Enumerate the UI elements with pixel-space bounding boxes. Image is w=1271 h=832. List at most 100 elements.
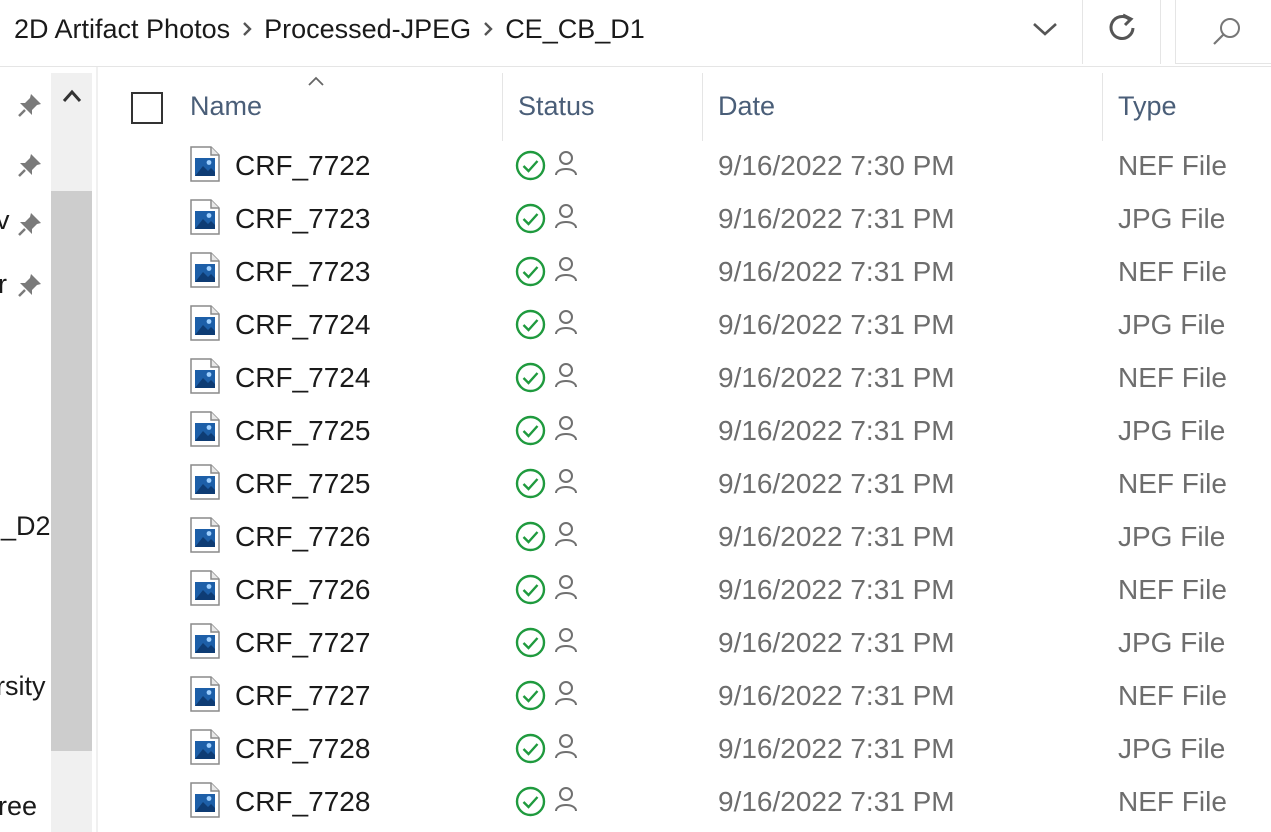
shared-user-icon [555, 204, 577, 229]
available-status-icon [515, 786, 546, 817]
scrollbar-thumb[interactable] [51, 191, 92, 751]
search-box[interactable] [1175, 0, 1271, 64]
file-name[interactable]: CRF_7726 [235, 574, 370, 606]
file-type: NEF File [1118, 150, 1227, 181]
file-type: JPG File [1118, 733, 1226, 764]
image-file-icon [190, 146, 220, 182]
file-row[interactable]: CRF_7722 9/16/2022 7:30 PM NEF File [98, 140, 1271, 193]
image-file-icon [190, 570, 220, 606]
column-divider[interactable] [1102, 73, 1103, 141]
file-name[interactable]: CRF_7726 [235, 521, 370, 553]
nav-scrollbar[interactable] [51, 73, 92, 832]
column-divider[interactable] [502, 73, 503, 141]
shared-user-icon [555, 734, 577, 759]
file-date: 9/16/2022 7:31 PM [718, 627, 955, 658]
image-file-icon [190, 517, 220, 553]
breadcrumb: 2D Artifact Photos Processed-JPEG CE_CB_… [14, 0, 645, 58]
column-header-status[interactable]: Status [518, 91, 595, 122]
file-row[interactable]: CRF_7724 9/16/2022 7:31 PM NEF File [98, 352, 1271, 405]
available-status-icon [515, 309, 546, 340]
available-status-icon [515, 574, 546, 605]
file-row[interactable]: CRF_7727 9/16/2022 7:31 PM JPG File [98, 617, 1271, 670]
file-date: 9/16/2022 7:31 PM [718, 256, 955, 287]
column-header-type[interactable]: Type [1118, 91, 1177, 122]
file-type: NEF File [1118, 786, 1227, 817]
address-bar: 2D Artifact Photos Processed-JPEG CE_CB_… [0, 0, 1271, 67]
file-row[interactable]: CRF_7725 9/16/2022 7:31 PM JPG File [98, 405, 1271, 458]
nav-item-label[interactable]: v [0, 205, 10, 236]
available-status-icon [515, 203, 546, 234]
file-name[interactable]: CRF_7727 [235, 627, 370, 659]
file-date: 9/16/2022 7:31 PM [718, 574, 955, 605]
shared-user-icon [555, 681, 577, 706]
column-header-name[interactable]: Name [190, 91, 262, 122]
file-date: 9/16/2022 7:31 PM [718, 362, 955, 393]
file-row[interactable]: CRF_7726 9/16/2022 7:31 PM JPG File [98, 511, 1271, 564]
file-type: NEF File [1118, 574, 1227, 605]
available-status-icon [515, 733, 546, 764]
navigation-pane: v r 3_D2 rsity ree [0, 67, 92, 832]
nav-item-label[interactable]: ree [0, 791, 37, 822]
column-divider[interactable] [702, 73, 703, 141]
nav-item-label[interactable]: rsity [0, 671, 46, 702]
available-status-icon [515, 468, 546, 499]
shared-user-icon [555, 416, 577, 441]
shared-user-icon [555, 469, 577, 494]
shared-user-icon [555, 628, 577, 653]
file-row[interactable]: CRF_7728 9/16/2022 7:31 PM JPG File [98, 723, 1271, 776]
pin-icon[interactable] [16, 210, 44, 238]
image-file-icon [190, 411, 220, 447]
pin-icon[interactable] [16, 91, 44, 119]
file-name[interactable]: CRF_7724 [235, 362, 370, 394]
image-file-icon [190, 305, 220, 341]
pin-icon[interactable] [16, 151, 44, 179]
file-name[interactable]: CRF_7728 [235, 733, 370, 765]
file-row[interactable]: CRF_7727 9/16/2022 7:31 PM NEF File [98, 670, 1271, 723]
chevron-right-icon[interactable] [471, 0, 505, 58]
select-all-checkbox[interactable] [131, 92, 163, 124]
breadcrumb-item-current[interactable]: CE_CB_D1 [505, 14, 645, 45]
file-name[interactable]: CRF_7722 [235, 150, 370, 182]
file-name[interactable]: CRF_7728 [235, 786, 370, 818]
breadcrumb-item-root[interactable]: 2D Artifact Photos [14, 14, 230, 45]
breadcrumb-item-processed[interactable]: Processed-JPEG [264, 14, 471, 45]
image-file-icon [190, 623, 220, 659]
image-file-icon [190, 729, 220, 765]
file-row[interactable]: CRF_7725 9/16/2022 7:31 PM NEF File [98, 458, 1271, 511]
address-dropdown-button[interactable] [1020, 6, 1070, 52]
shared-user-icon [555, 363, 577, 388]
file-row[interactable]: CRF_7723 9/16/2022 7:31 PM NEF File [98, 246, 1271, 299]
file-name[interactable]: CRF_7727 [235, 680, 370, 712]
available-status-icon [515, 627, 546, 658]
chevron-right-icon[interactable] [230, 0, 264, 58]
file-row[interactable]: CRF_7728 9/16/2022 7:31 PM NEF File [98, 776, 1271, 829]
file-name[interactable]: CRF_7725 [235, 468, 370, 500]
shared-user-icon [555, 575, 577, 600]
image-file-icon [190, 252, 220, 288]
image-file-icon [190, 464, 220, 500]
file-name[interactable]: CRF_7723 [235, 203, 370, 235]
toolbar-divider [1160, 0, 1161, 64]
refresh-button[interactable] [1096, 4, 1148, 52]
file-type: JPG File [1118, 415, 1226, 446]
nav-item-label[interactable]: r [0, 269, 7, 300]
pin-icon[interactable] [16, 271, 44, 299]
file-row[interactable]: CRF_7726 9/16/2022 7:31 PM NEF File [98, 564, 1271, 617]
image-file-icon [190, 358, 220, 394]
file-list: CRF_7722 9/16/2022 7:30 PM NEF File CRF_… [98, 140, 1271, 829]
column-header-date[interactable]: Date [718, 91, 775, 122]
sort-ascending-icon [308, 76, 324, 86]
file-row[interactable]: CRF_7724 9/16/2022 7:31 PM JPG File [98, 299, 1271, 352]
file-date: 9/16/2022 7:30 PM [718, 150, 955, 181]
file-row[interactable]: CRF_7723 9/16/2022 7:31 PM JPG File [98, 193, 1271, 246]
search-icon [1213, 17, 1240, 45]
image-file-icon [190, 676, 220, 712]
file-name[interactable]: CRF_7725 [235, 415, 370, 447]
file-name[interactable]: CRF_7724 [235, 309, 370, 341]
nav-item-label[interactable]: 3_D2 [0, 511, 51, 542]
file-name[interactable]: CRF_7723 [235, 256, 370, 288]
file-type: NEF File [1118, 680, 1227, 711]
scroll-up-button[interactable] [51, 73, 92, 119]
shared-user-icon [555, 151, 577, 176]
file-date: 9/16/2022 7:31 PM [718, 733, 955, 764]
